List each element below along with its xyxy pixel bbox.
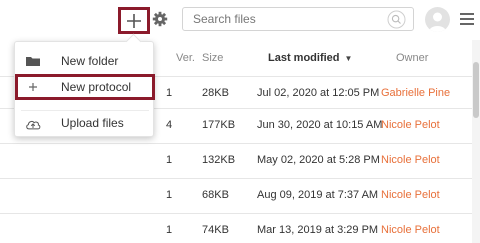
row-version: 1 — [166, 154, 173, 166]
column-header-version[interactable]: Ver. — [176, 52, 195, 64]
search-box — [182, 7, 414, 31]
row-owner[interactable]: Gabrielle Pine — [381, 87, 450, 99]
sort-descending-icon: ▼ — [344, 54, 353, 63]
row-modified: Jun 30, 2020 at 10:15 AM — [257, 119, 383, 131]
menu-item-new-protocol[interactable]: New protocol — [15, 74, 155, 100]
menu-item-label: Upload files — [61, 116, 124, 130]
menu-item-upload-files[interactable]: Upload files — [15, 110, 155, 136]
search-icon[interactable] — [387, 10, 406, 29]
row-version: 1 — [166, 87, 173, 99]
row-owner[interactable]: Nicole Pelot — [381, 154, 440, 166]
row-modified: Mar 13, 2019 at 3:29 PM — [257, 224, 379, 236]
column-header-last-modified-label: Last modified — [268, 52, 340, 64]
add-button[interactable] — [118, 7, 150, 34]
menu-item-label: New folder — [61, 54, 119, 68]
table-row[interactable]: 1 132KB May 02, 2020 at 5:28 PM Nicole P… — [0, 143, 480, 175]
search-input[interactable] — [193, 12, 373, 26]
row-modified: Jul 02, 2020 at 12:05 PM — [257, 87, 380, 99]
folder-icon — [26, 57, 40, 66]
table-row[interactable]: 1 68KB Aug 09, 2019 at 7:37 AM Nicole Pe… — [0, 178, 480, 210]
user-avatar-icon — [429, 12, 446, 32]
plus-icon — [127, 13, 141, 28]
row-size: 74KB — [202, 224, 229, 236]
menu-item-label: New protocol — [61, 80, 132, 94]
row-owner[interactable]: Nicole Pelot — [381, 224, 440, 236]
toolbar — [0, 0, 480, 40]
row-owner[interactable]: Nicole Pelot — [381, 119, 440, 131]
avatar[interactable] — [425, 7, 450, 32]
row-size: 177KB — [202, 119, 236, 131]
plus-icon — [29, 83, 37, 91]
cloud-upload-icon — [26, 120, 41, 130]
column-header-owner[interactable]: Owner — [396, 52, 428, 64]
row-modified: May 02, 2020 at 5:28 PM — [257, 154, 380, 166]
column-header-size[interactable]: Size — [202, 52, 223, 64]
add-dropdown-menu: New folder New protocol Upload files — [14, 41, 155, 137]
row-modified: Aug 09, 2019 at 7:37 AM — [257, 189, 379, 201]
menu-item-new-folder[interactable]: New folder — [15, 48, 155, 74]
column-header-last-modified[interactable]: Last modified ▼ — [268, 52, 352, 64]
row-version: 1 — [166, 224, 173, 236]
scrollbar-thumb[interactable] — [473, 62, 479, 118]
row-size: 132KB — [202, 154, 236, 166]
row-owner[interactable]: Nicole Pelot — [381, 189, 440, 201]
table-row[interactable]: 1 74KB Mar 13, 2019 at 3:29 PM Nicole Pe… — [0, 213, 480, 243]
hamburger-menu-icon[interactable] — [460, 13, 474, 25]
row-size: 68KB — [202, 189, 229, 201]
row-version: 4 — [166, 119, 173, 131]
row-version: 1 — [166, 189, 173, 201]
gear-icon[interactable] — [152, 11, 168, 27]
row-size: 28KB — [202, 87, 229, 99]
